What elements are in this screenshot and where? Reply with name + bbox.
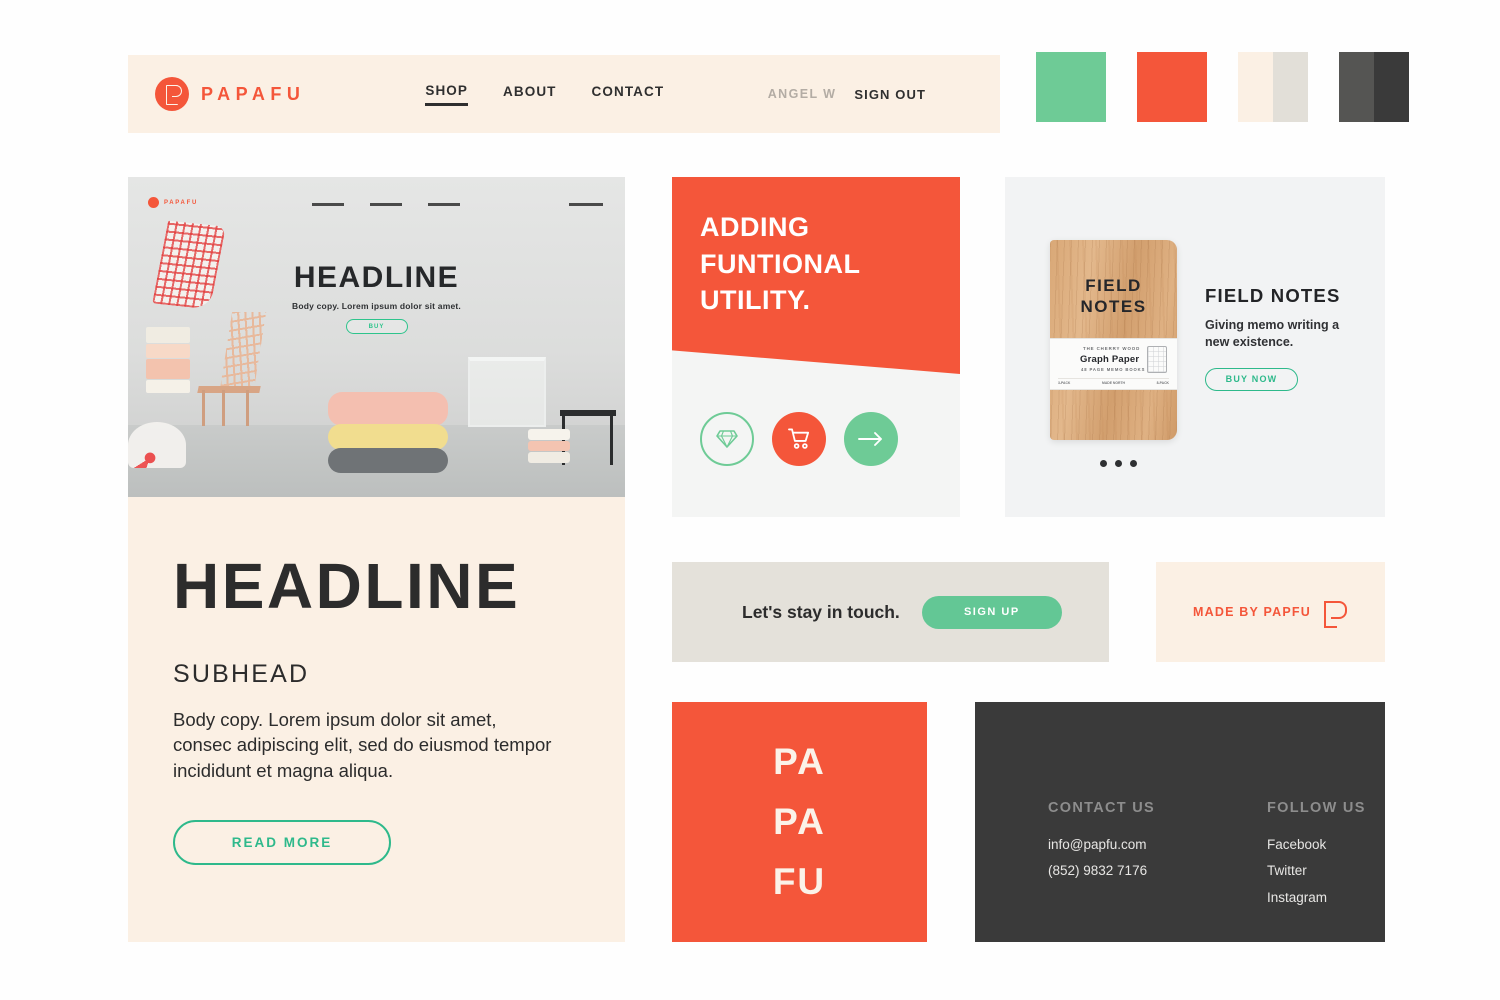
papafu-p-mark-icon <box>155 77 189 111</box>
carousel-dot[interactable] <box>1115 460 1122 467</box>
brand-logo[interactable]: PAPAFU <box>155 77 305 111</box>
main-nav: SHOP ABOUT CONTACT <box>425 83 664 106</box>
hero-mockup-brand-name: PAPAFU <box>164 199 198 206</box>
side-table <box>468 357 546 427</box>
wooden-chair <box>196 312 267 426</box>
nav-dash <box>428 203 460 206</box>
newsletter-bar: Let's stay in touch. SIGN UP <box>672 562 1109 662</box>
hero-text-block: HEADLINE SUBHEAD Body copy. Lorem ipsum … <box>128 497 625 866</box>
band-foot-mid: MADE NORTH <box>1102 381 1125 385</box>
utility-panel-title: ADDING FUNTIONAL UTILITY. <box>700 212 861 316</box>
swatch-graphite-pair <box>1339 52 1409 122</box>
footer-link-twitter[interactable]: Twitter <box>1267 858 1366 884</box>
shopping-cart-icon-button[interactable] <box>772 412 826 466</box>
swatch-signal-orange <box>1137 52 1207 122</box>
footer-follow-heading: FOLLOW US <box>1266 800 1366 816</box>
nav-dash <box>569 203 603 206</box>
arrow-right-icon <box>858 432 882 446</box>
band-foot-left: 3-PACK <box>1058 381 1071 385</box>
diamond-icon-button[interactable] <box>700 412 754 466</box>
made-by-text: MADE BY PAPFU <box>1193 605 1311 619</box>
hero-headline: HEADLINE <box>173 550 521 622</box>
footer-link-instagram[interactable]: Instagram <box>1267 885 1366 911</box>
product-description: Giving memo writing a new existence. <box>1205 318 1340 350</box>
nav-item-about[interactable]: ABOUT <box>503 84 557 104</box>
hero-mockup-subcopy: Body copy. Lorem ipsum dolor sit amet. <box>292 301 461 311</box>
sign-up-button[interactable]: SIGN UP <box>921 595 1062 629</box>
site-header: PAPAFU SHOP ABOUT CONTACT ANGEL W SIGN O… <box>128 55 1000 133</box>
sign-out-button[interactable]: SIGN OUT <box>854 87 926 102</box>
color-palette <box>1036 52 1409 122</box>
band-footer: 3-PACK MADE NORTH 8-PACK <box>1058 378 1169 385</box>
footer-phone[interactable]: (852) 9832 7176 <box>1048 858 1155 884</box>
hero-mockup-brand: PAPAFU <box>148 197 198 208</box>
hero-mockup-headline: HEADLINE <box>293 261 460 294</box>
footer-columns: CONTACT US info@papfu.com (852) 9832 717… <box>1048 800 1366 911</box>
nav-item-shop[interactable]: SHOP <box>425 83 469 106</box>
hero-interior-photo: PAPAFU HEADLINE Body copy. Lorem ipsum d… <box>128 177 625 497</box>
papafu-dot-icon <box>148 197 159 208</box>
logo-line-1: PA <box>773 741 826 783</box>
band-title: Graph Paper <box>1080 354 1140 365</box>
hero-mockup-buy-button[interactable]: BUY <box>345 319 408 334</box>
brand-styleguide-canvas: PAPAFU SHOP ABOUT CONTACT ANGEL W SIGN O… <box>0 0 1500 1000</box>
product-card: FIELD NOTES THE CHERRY WOOD Graph Paper … <box>1005 177 1385 517</box>
footer-contact-column: CONTACT US info@papfu.com (852) 9832 717… <box>1048 800 1155 911</box>
swatch-mint-green <box>1036 52 1106 122</box>
papafu-p-mark-icon <box>1323 600 1348 628</box>
buy-now-button[interactable]: BUY NOW <box>1205 367 1298 391</box>
notebook-label-band: THE CHERRY WOOD Graph Paper 48 PAGE MEMO… <box>1050 338 1177 390</box>
user-name-label: ANGEL W <box>767 87 837 101</box>
read-more-button[interactable]: READ MORE <box>173 820 391 866</box>
nav-dash <box>370 203 402 206</box>
product-title: FIELD NOTES <box>1205 285 1341 306</box>
band-top-text: THE CHERRY WOOD <box>1083 346 1141 351</box>
carousel-dot[interactable] <box>1130 460 1137 467</box>
user-zone: ANGEL W SIGN OUT <box>768 87 926 102</box>
utility-icon-row <box>700 412 898 466</box>
footer-email[interactable]: info@papfu.com <box>1048 832 1155 858</box>
logo-line-3: FU <box>772 860 827 902</box>
folded-towels <box>528 429 570 463</box>
carousel-dot[interactable] <box>1100 460 1107 467</box>
shopping-cart-icon <box>787 428 809 449</box>
swatch-cream-and-stone <box>1238 52 1308 122</box>
hero-column: PAPAFU HEADLINE Body copy. Lorem ipsum d… <box>128 177 625 942</box>
nav-item-contact[interactable]: CONTACT <box>592 84 665 104</box>
arrow-right-icon-button[interactable] <box>844 412 898 466</box>
footer-follow-column: FOLLOW US Facebook Twitter Instagram <box>1267 800 1366 911</box>
footer-card: CONTACT US info@papfu.com (852) 9832 717… <box>975 702 1385 942</box>
newsletter-text: Let's stay in touch. <box>742 601 900 622</box>
hero-mockup-nav-right <box>569 203 603 206</box>
footer-contact-heading: CONTACT US <box>1048 800 1155 816</box>
brand-name: PAPAFU <box>201 83 306 104</box>
storage-boxes <box>146 327 190 393</box>
notebook-cover-title: FIELD NOTES <box>1080 276 1147 317</box>
notebook-product-image: FIELD NOTES THE CHERRY WOOD Graph Paper … <box>1050 240 1177 440</box>
product-info: FIELD NOTES Giving memo writing a new ex… <box>1205 285 1365 391</box>
utility-panel: ADDING FUNTIONAL UTILITY. <box>672 177 960 517</box>
stacked-pillows <box>328 392 448 474</box>
hero-mockup-nav <box>312 203 460 206</box>
diamond-icon <box>716 430 738 448</box>
band-foot-right: 8-PACK <box>1156 381 1169 385</box>
papafu-logo-square: PA PA FU <box>672 702 927 942</box>
graph-paper-icon <box>1147 346 1167 373</box>
hero-subhead: SUBHEAD <box>173 660 310 688</box>
footer-link-facebook[interactable]: Facebook <box>1267 832 1366 858</box>
logo-line-2: PA <box>773 801 826 843</box>
nav-dash <box>312 203 344 206</box>
paper-fan-decor <box>128 422 186 468</box>
carousel-dots[interactable] <box>1100 460 1137 467</box>
band-sub-text: 48 PAGE MEMO BOOKS <box>1081 367 1146 372</box>
made-by-badge: MADE BY PAPFU <box>1156 562 1385 662</box>
hero-body-copy: Body copy. Lorem ipsum dolor sit amet, c… <box>173 709 552 781</box>
